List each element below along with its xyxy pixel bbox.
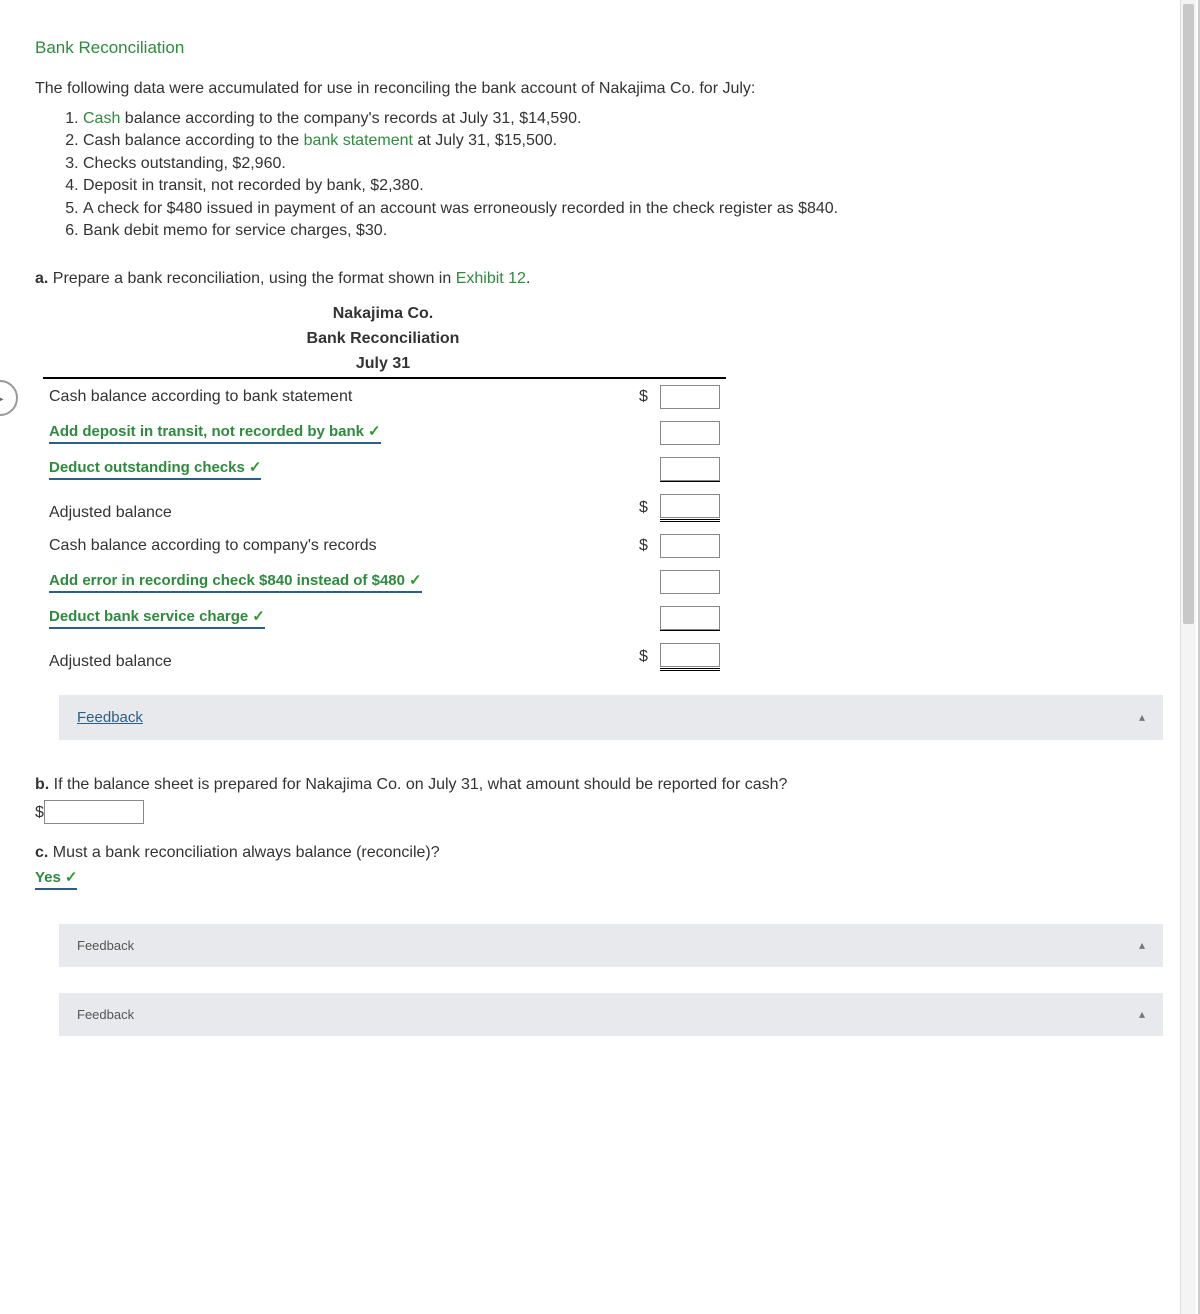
check-icon: ✓ [368, 423, 381, 440]
page-title: Bank Reconciliation [35, 38, 1163, 58]
check-icon: ✓ [252, 608, 265, 625]
vertical-scrollbar[interactable] [1180, 0, 1196, 1314]
list-item: Checks outstanding, $2,960. [83, 153, 1163, 175]
part-a-prompt: a. Prepare a bank reconciliation, using … [35, 270, 1163, 288]
dropdown-service-charge[interactable]: Deduct bank service charge✓ [49, 607, 265, 629]
amount-input-bank-balance[interactable] [660, 385, 720, 409]
amount-input-company-balance[interactable] [660, 534, 720, 558]
list-item: Bank debit memo for service charges, $30… [83, 220, 1163, 242]
row-label: Adjusted balance [43, 488, 633, 528]
intro-text: The following data were accumulated for … [35, 80, 1163, 98]
amount-input-deposit[interactable] [660, 421, 720, 445]
check-icon: ✓ [409, 572, 422, 589]
collapse-up-icon: ▴ [1139, 938, 1145, 952]
exhibit-link[interactable]: Exhibit 12 [456, 270, 526, 287]
cash-amount-input[interactable] [44, 800, 144, 824]
amount-input-adjusted-bank[interactable] [660, 494, 720, 518]
scrollbar-thumb[interactable] [1183, 4, 1194, 624]
check-icon: ✓ [249, 459, 262, 476]
row-label: Cash balance according to company's reco… [43, 528, 633, 564]
dropdown-deposit-in-transit[interactable]: Add deposit in transit, not recorded by … [49, 422, 381, 444]
feedback-label: Feedback [77, 709, 143, 726]
feedback-label: Feedback [77, 1007, 134, 1022]
reconciliation-table: Cash balance according to bank statement… [43, 377, 726, 677]
part-c-prompt: c. Must a bank reconciliation always bal… [35, 844, 1163, 890]
list-item: Cash balance according to the bank state… [83, 130, 1163, 152]
data-list: Cash balance according to the company's … [55, 108, 1163, 242]
chevron-right-icon: ▸ [0, 390, 4, 407]
list-item: Deposit in transit, not recorded by bank… [83, 175, 1163, 197]
collapse-up-icon: ▴ [1139, 1007, 1145, 1021]
feedback-toggle[interactable]: Feedback ▴ [59, 993, 1163, 1036]
row-label: Adjusted balance [43, 637, 633, 677]
amount-input-service-charge[interactable] [660, 606, 720, 630]
feedback-toggle[interactable]: Feedback ▴ [59, 924, 1163, 967]
part-b-prompt: b. If the balance sheet is prepared for … [35, 776, 1163, 824]
list-item: Cash balance according to the company's … [83, 108, 1163, 130]
dropdown-yes-no[interactable]: Yes✓ [35, 868, 77, 890]
reconciliation-header: Nakajima Co. Bank Reconciliation July 31 [43, 302, 1163, 376]
feedback-label: Feedback [77, 938, 134, 953]
amount-input-error[interactable] [660, 570, 720, 594]
list-item: A check for $480 issued in payment of an… [83, 198, 1163, 220]
check-icon: ✓ [65, 869, 78, 886]
dropdown-recording-error[interactable]: Add error in recording check $840 instea… [49, 571, 422, 593]
amount-input-adjusted-company[interactable] [660, 643, 720, 667]
dropdown-outstanding-checks[interactable]: Deduct outstanding checks✓ [49, 458, 261, 480]
feedback-toggle[interactable]: Feedback ▴ [59, 695, 1163, 740]
bank-statement-link[interactable]: bank statement [304, 132, 413, 149]
cash-link[interactable]: Cash [83, 110, 120, 127]
nav-forward-button[interactable]: ▸ [0, 380, 18, 416]
row-label: Cash balance according to bank statement [43, 378, 633, 415]
collapse-up-icon: ▴ [1139, 710, 1145, 724]
amount-input-outstanding[interactable] [660, 457, 720, 481]
